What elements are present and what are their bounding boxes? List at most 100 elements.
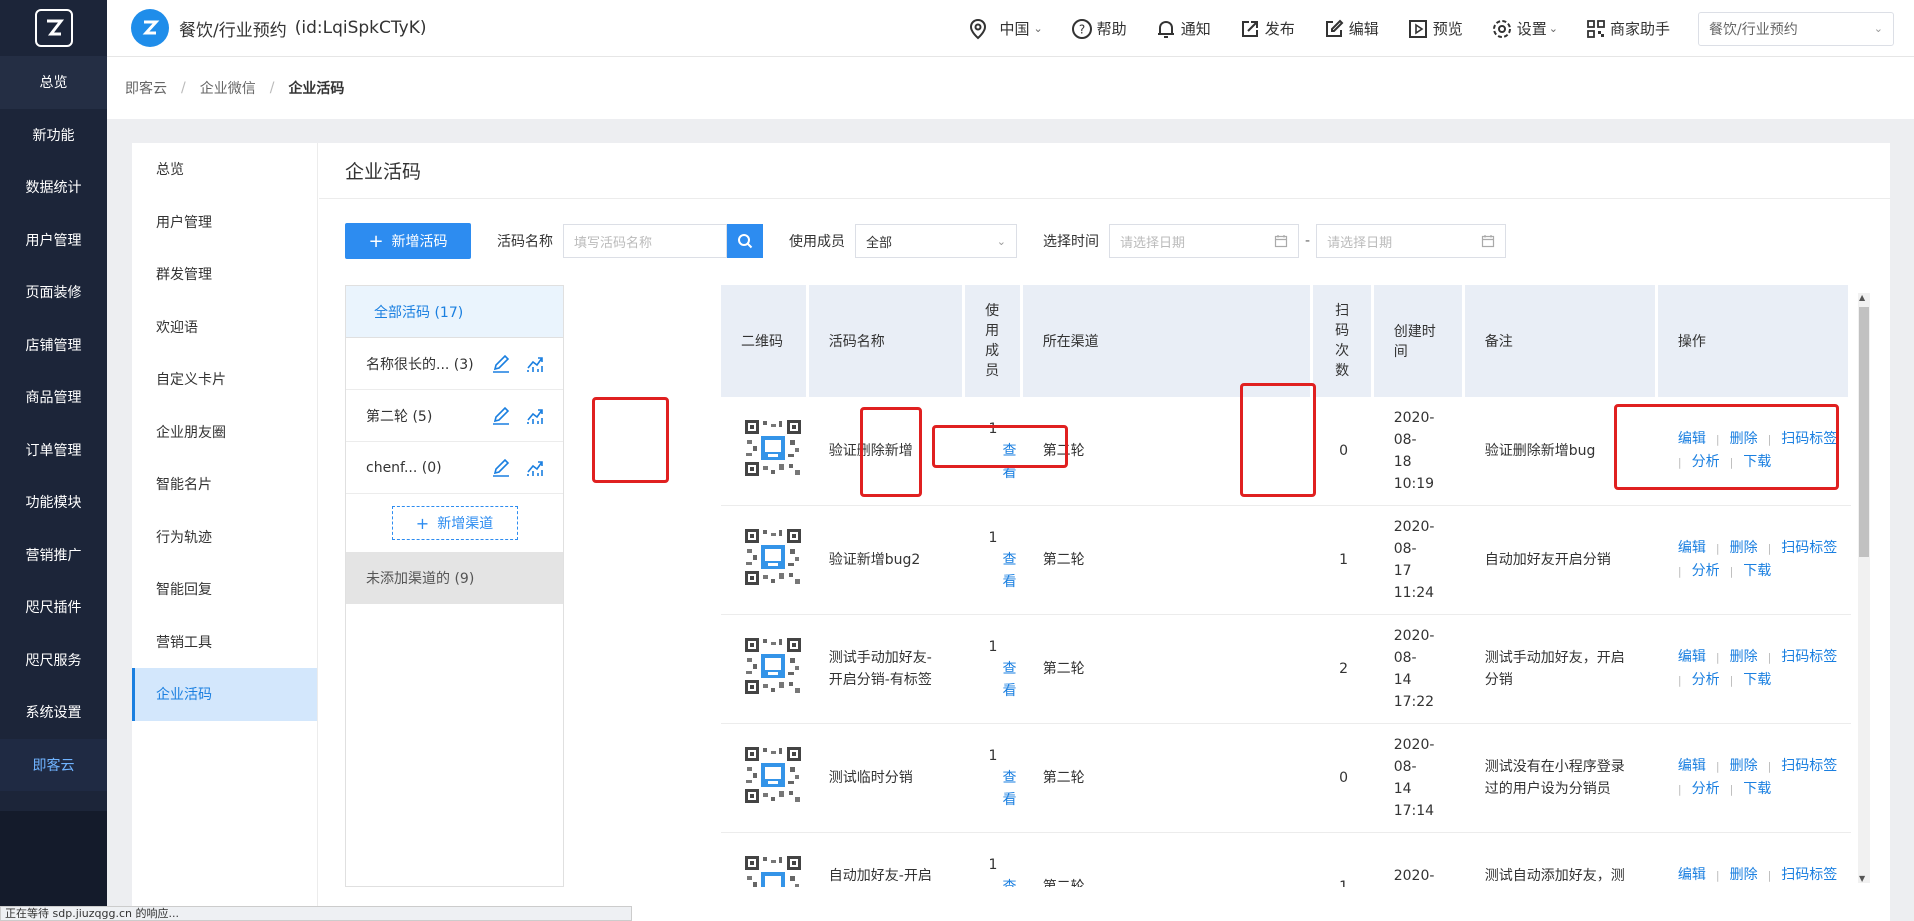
download-link[interactable]: 下载 (1743, 454, 1771, 470)
sidebar-item-orders[interactable]: 订单管理 (0, 424, 107, 477)
sidebar-item-new-features[interactable]: 新功能 (0, 109, 107, 162)
scan-tag-link[interactable]: 扫码标签 (1781, 649, 1837, 665)
channel-item[interactable]: 名称很长的... (3) (346, 338, 563, 390)
submenu-item-marketing-tools[interactable]: 营销工具 (132, 616, 317, 669)
view-members-link[interactable]: 查 看 (989, 658, 1023, 702)
submenu-item-live-code[interactable]: 企业活码 (132, 668, 317, 721)
edit-link[interactable]: 编辑 (1678, 867, 1706, 883)
date-start-input[interactable]: 请选择日期 (1109, 224, 1299, 258)
delete-link[interactable]: 删除 (1730, 649, 1758, 665)
edit-link[interactable]: 编辑 (1678, 540, 1706, 556)
qrcode-icon[interactable] (743, 744, 803, 805)
add-live-code-button[interactable]: + 新增活码 (345, 223, 471, 259)
chevron-down-icon: ⌄ (1873, 22, 1883, 35)
delete-link[interactable]: 删除 (1730, 431, 1758, 447)
sidebar-item-system[interactable]: 系统设置 (0, 686, 107, 739)
qrcode-icon[interactable] (743, 635, 803, 696)
region-selector[interactable]: 中国 ⌄ (967, 18, 1043, 40)
submenu-item-behavior[interactable]: 行为轨迹 (132, 511, 317, 564)
logo-icon (34, 9, 73, 47)
analyze-link[interactable]: 分析 (1692, 672, 1720, 688)
submenu-item-welcome[interactable]: 欢迎语 (132, 301, 317, 354)
download-link[interactable]: 下载 (1743, 563, 1771, 579)
sidebar-item-marketing[interactable]: 营销推广 (0, 529, 107, 582)
shop-select[interactable]: 餐饮/行业预约 ⌄ (1698, 11, 1894, 46)
sidebar-item-page-decor[interactable]: 页面装修 (0, 266, 107, 319)
pencil-icon[interactable] (491, 458, 511, 478)
view-members-link[interactable]: 查 看 (989, 876, 1023, 887)
submenu-item-custom-card[interactable]: 自定义卡片 (132, 353, 317, 406)
delete-link[interactable]: 删除 (1730, 867, 1758, 883)
qr-cell (721, 833, 809, 887)
scan-tag-link[interactable]: 扫码标签 (1781, 758, 1837, 774)
sidebar-item-products[interactable]: 商品管理 (0, 371, 107, 424)
submenu-item-users[interactable]: 用户管理 (132, 196, 317, 249)
notify-button[interactable]: 通知 (1155, 18, 1211, 40)
channel-item[interactable]: chenf... (0) (346, 442, 563, 494)
analytics-icon[interactable] (525, 458, 545, 478)
sidebar-item-plugins[interactable]: 咫尺插件 (0, 581, 107, 634)
download-link[interactable]: 下载 (1743, 781, 1771, 797)
scan-tag-link[interactable]: 扫码标签 (1781, 540, 1837, 556)
scroll-down-arrow-icon[interactable]: ▼ (1859, 874, 1865, 883)
app-logo[interactable] (0, 0, 107, 56)
preview-button[interactable]: 预览 (1407, 18, 1463, 40)
edit-link[interactable]: 编辑 (1678, 431, 1706, 447)
breadcrumb-wecom[interactable]: 企业微信 (200, 78, 256, 98)
search-button[interactable] (727, 224, 763, 258)
edit-button[interactable]: 编辑 (1323, 18, 1379, 40)
publish-button[interactable]: 发布 (1239, 18, 1295, 40)
analyze-link[interactable]: 分析 (1692, 781, 1720, 797)
submenu-item-smart-reply[interactable]: 智能回复 (132, 563, 317, 616)
edit-label: 编辑 (1348, 20, 1379, 38)
submenu-item-mass-send[interactable]: 群发管理 (132, 248, 317, 301)
download-link[interactable]: 下载 (1743, 672, 1771, 688)
member-select[interactable]: 全部 ⌄ (855, 224, 1017, 258)
sidebar-item-users[interactable]: 用户管理 (0, 214, 107, 267)
edit-link[interactable]: 编辑 (1678, 649, 1706, 665)
channel-unassigned[interactable]: 未添加渠道的 (9) (346, 552, 563, 604)
qrcode-icon[interactable] (743, 417, 803, 478)
scan-tag-link[interactable]: 扫码标签 (1781, 867, 1837, 883)
ops-cell: 编辑|删除|扫码标签 |分析|下载 (1657, 506, 1851, 615)
name-search-input[interactable]: 填写活码名称 (563, 224, 727, 258)
submenu-item-overview[interactable]: 总览 (132, 143, 317, 196)
submenu-item-smart-card[interactable]: 智能名片 (132, 458, 317, 511)
live-code-table: 二维码 活码名称 使 用 成 员 所在渠道 扫 码 次 数 创建时间 备注 操作 (721, 285, 1871, 887)
help-button[interactable]: ? 帮助 (1071, 18, 1127, 40)
view-members-link[interactable]: 查 看 (989, 549, 1023, 593)
analyze-link[interactable]: 分析 (1692, 454, 1720, 470)
table-scrollbar[interactable]: ▲ ▼ (1858, 293, 1870, 883)
analytics-icon[interactable] (525, 354, 545, 374)
qrcode-icon[interactable] (743, 526, 803, 587)
qrcode-icon[interactable] (743, 853, 803, 888)
date-end-input[interactable]: 请选择日期 (1316, 224, 1507, 258)
sidebar-item-modules[interactable]: 功能模块 (0, 476, 107, 529)
merchant-assistant-button[interactable]: 商家助手 (1586, 18, 1670, 39)
scroll-up-arrow-icon[interactable]: ▲ (1859, 293, 1865, 302)
sidebar-item-statistics[interactable]: 数据统计 (0, 161, 107, 214)
view-members-link[interactable]: 查 看 (989, 440, 1023, 484)
delete-link[interactable]: 删除 (1730, 540, 1758, 556)
scan-tag-link[interactable]: 扫码标签 (1781, 431, 1837, 447)
add-channel-button[interactable]: + 新增渠道 (391, 506, 518, 540)
channel-all[interactable]: 全部活码 (17) (346, 286, 563, 338)
sidebar-item-jikeyun[interactable]: 即客云 (0, 738, 107, 791)
search-icon (738, 234, 753, 249)
analyze-link[interactable]: 分析 (1692, 563, 1720, 579)
col-header-ops: 操作 (1657, 285, 1851, 397)
pencil-icon[interactable] (491, 354, 511, 374)
sidebar-item-store[interactable]: 店铺管理 (0, 319, 107, 372)
edit-link[interactable]: 编辑 (1678, 758, 1706, 774)
channel-item[interactable]: 第二轮 (5) (346, 390, 563, 442)
sidebar-item-overview[interactable]: 总览 (0, 56, 107, 109)
delete-link[interactable]: 删除 (1730, 758, 1758, 774)
view-members-link[interactable]: 查 看 (989, 767, 1023, 811)
analytics-icon[interactable] (525, 406, 545, 426)
scrollbar-thumb[interactable] (1859, 307, 1869, 557)
pencil-icon[interactable] (491, 406, 511, 426)
sidebar-item-services[interactable]: 咫尺服务 (0, 634, 107, 687)
submenu-item-moments[interactable]: 企业朋友圈 (132, 406, 317, 459)
breadcrumb-jikeyun[interactable]: 即客云 (125, 78, 167, 98)
settings-button[interactable]: 设置 ⌄ (1491, 18, 1558, 40)
